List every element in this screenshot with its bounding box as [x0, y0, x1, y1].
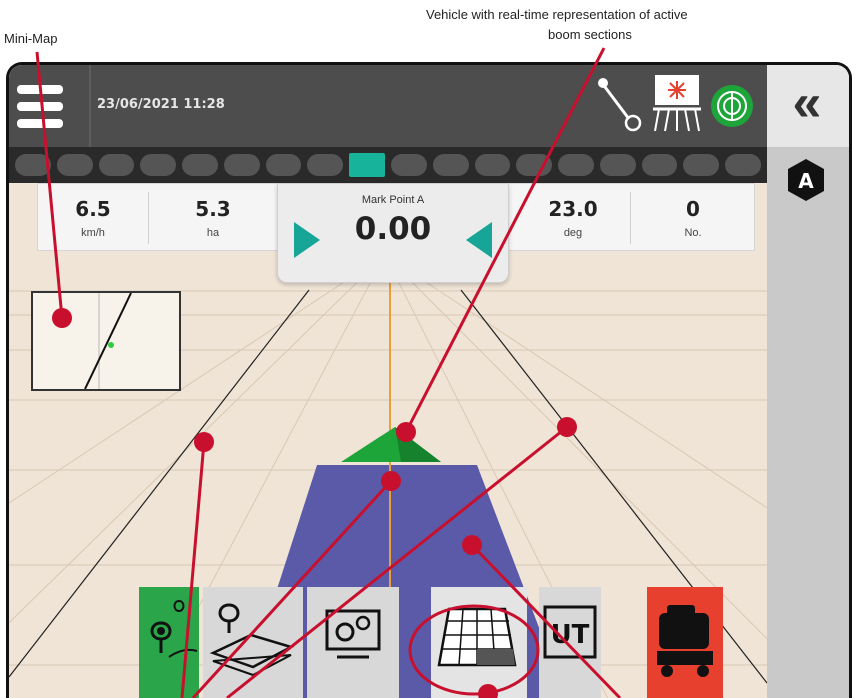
double-chevron-left-icon[interactable]: «: [781, 75, 833, 131]
coverage-map-button[interactable]: [431, 587, 527, 698]
boom-section: [140, 154, 177, 176]
steer-left-arrow-icon: [466, 222, 492, 258]
vehicle-callout-label-line1: Vehicle with real-time representation of…: [426, 7, 688, 22]
boom-section: [558, 154, 594, 176]
boom-section: [15, 154, 51, 176]
vehicle-callout-label-line2: boom sections: [548, 27, 632, 42]
boom-section: [223, 154, 260, 176]
guidance-point-icon: [150, 599, 198, 658]
area-unit: ha: [206, 227, 220, 239]
speed-unit: km/h: [81, 227, 105, 239]
coverage-map-icon: [437, 607, 517, 667]
gps-status-icon[interactable]: [709, 83, 755, 129]
boom-section: [98, 154, 135, 176]
boom-section-active: [349, 153, 385, 177]
menu-button[interactable]: [17, 83, 63, 131]
divider: [148, 192, 149, 244]
count-readout[interactable]: 0 No.: [638, 184, 748, 252]
bottom-toolbar: UT: [139, 587, 723, 698]
divider: [630, 192, 631, 244]
top-status-bar: 23/06/2021 11:28: [9, 65, 767, 147]
count-unit: No.: [684, 227, 702, 239]
boom-section: [265, 154, 302, 176]
boom-section: [307, 154, 344, 176]
guidance-point-button[interactable]: [139, 587, 199, 698]
boom-section: [182, 154, 218, 176]
speed-readout[interactable]: 6.5 km/h: [48, 184, 138, 252]
mini-map-view: [84, 293, 132, 389]
boom-section: [56, 154, 93, 176]
map-layers-icon: [209, 603, 295, 677]
speed-value: 6.5: [75, 197, 111, 221]
datetime: 23/06/2021 11:28: [97, 97, 225, 112]
menu-icon: [17, 85, 63, 94]
settings-monitor-icon: [325, 609, 381, 659]
boom-section: [432, 154, 469, 176]
count-value: 0: [686, 197, 700, 221]
sprayer-tank-button[interactable]: [647, 587, 723, 698]
badge-label: A: [798, 169, 814, 193]
sidebar-header: «: [767, 65, 849, 147]
right-sidebar: « A: [767, 65, 849, 698]
guidance-screen: 23/06/2021 11:28 « A 6.5 km/h 5.3 ha 23.…: [6, 62, 852, 698]
boom-section: [474, 154, 511, 176]
boom-sprayer-icon[interactable]: [651, 73, 703, 137]
guidance-mode-badge[interactable]: A: [785, 157, 827, 203]
settings-monitor-button[interactable]: [307, 587, 399, 698]
divider: [89, 65, 91, 147]
area-readout[interactable]: 5.3 ha: [158, 184, 268, 252]
heading-readout[interactable]: 23.0 deg: [518, 184, 628, 252]
area-value: 5.3: [195, 197, 231, 221]
cross-track-panel[interactable]: Mark Point A 0.00: [277, 183, 509, 283]
boom-section: [725, 154, 761, 176]
virtual-terminal-icon: UT: [543, 605, 597, 659]
map-layers-button[interactable]: [203, 587, 303, 698]
boom-section: [516, 154, 553, 176]
boom-section-bar: [9, 147, 767, 183]
heading-value: 23.0: [548, 197, 598, 221]
steering-wheel-icon[interactable]: [595, 73, 645, 133]
mark-point-label: Mark Point A: [361, 194, 425, 206]
sprayer-tank-icon: [657, 605, 713, 677]
heading-unit: deg: [563, 227, 583, 239]
minimap-callout-label: Mini-Map: [4, 31, 58, 46]
virtual-terminal-label: UT: [551, 620, 590, 650]
boom-section: [641, 154, 678, 176]
boom-section: [599, 154, 636, 176]
mini-map[interactable]: [31, 291, 181, 391]
virtual-terminal-button[interactable]: UT: [539, 587, 601, 698]
boom-section: [391, 154, 427, 176]
boom-section: [683, 154, 720, 176]
